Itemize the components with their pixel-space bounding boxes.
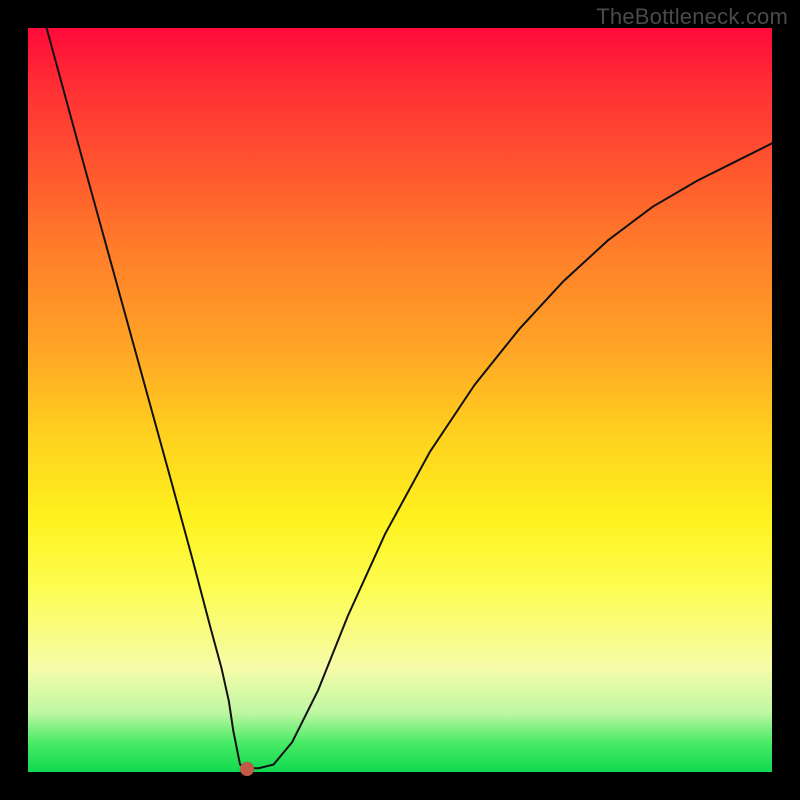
minimum-marker-dot [240,762,254,776]
bottleneck-curve [47,28,772,768]
curve-svg [28,28,772,772]
watermark-text: TheBottleneck.com [596,4,788,30]
chart-plot-area [28,28,772,772]
